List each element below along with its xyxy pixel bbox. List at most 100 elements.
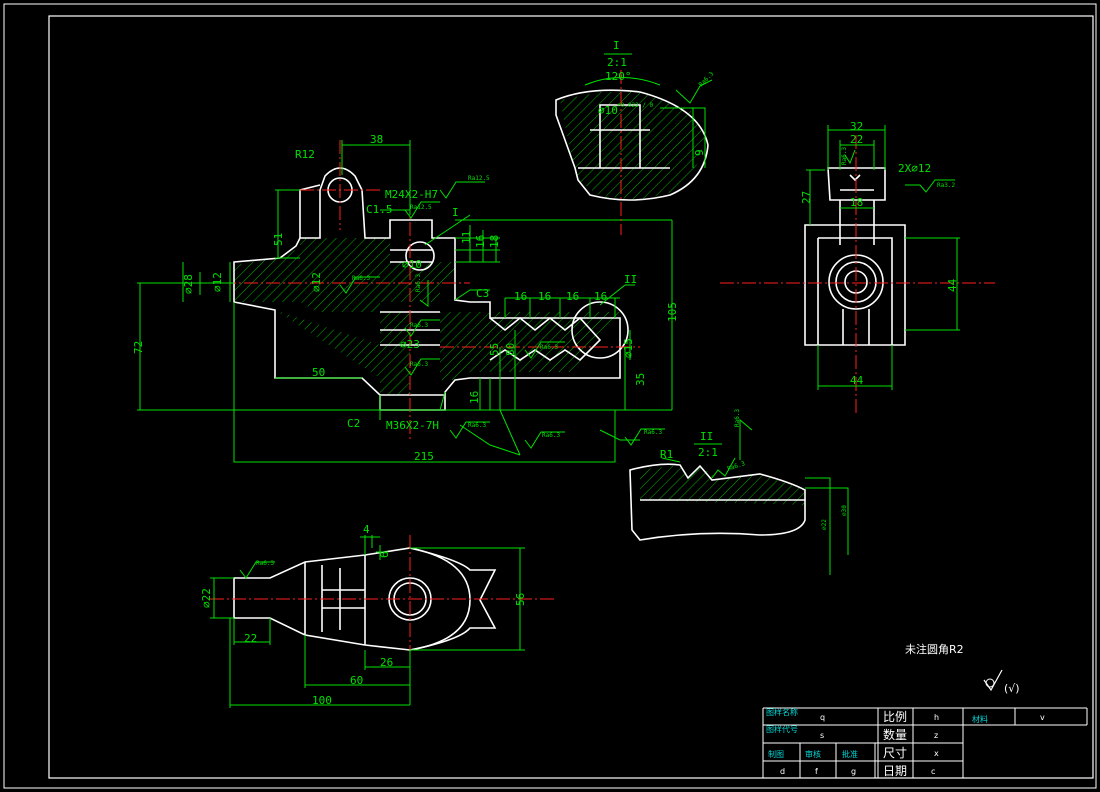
dim-38: 38 (370, 133, 383, 146)
tb-drawn-label: 制图 (768, 749, 784, 759)
tb-check-value: f (815, 767, 818, 776)
detail-i-marker: I (452, 206, 459, 219)
tb-code-value: s (820, 731, 824, 740)
detail-ii-view: II 2:1 R1 ⌀22 ⌀30 Ra6.3 Ra6.3 (629, 409, 849, 575)
dim-thread-top: M24X2-H7 (385, 188, 438, 201)
dim-16-4: 16 (594, 290, 607, 303)
dim-80: 80 (504, 343, 517, 356)
ra-9: Ra6.3 (644, 429, 662, 436)
ra-6: Ra6.3 (540, 344, 558, 351)
ra-3: Ra6.3 (352, 275, 370, 282)
dim-55: 55 (488, 343, 501, 356)
top-d56: 56 (514, 593, 527, 606)
ra-5: Ra6.3 (410, 361, 428, 368)
dim-c2: C2 (347, 417, 360, 430)
dim-thread-bot: M36X2-7H (386, 419, 439, 432)
top-d22: 22 (244, 632, 257, 645)
dim-c15: C1.5 (366, 203, 393, 216)
detail-ii-scale: 2:1 (698, 446, 718, 459)
tb-drawn-value: d (780, 767, 785, 776)
dim-215: 215 (414, 450, 434, 463)
tb-size-label: 尺寸 (883, 746, 907, 760)
fillet-note: 未注圆角R2 (905, 642, 964, 656)
ra-1: Ra12.5 (468, 175, 490, 182)
side-d18: 18 (850, 196, 863, 209)
dim-16-2: 16 (538, 290, 551, 303)
top-d100: 100 (312, 694, 332, 707)
dim-16-1: 16 (514, 290, 527, 303)
side-d44h: 44 (850, 374, 864, 387)
detail-i-scale: 2:1 (607, 56, 627, 69)
side-d32: 32 (850, 120, 863, 133)
tb-date-label: 日期 (883, 764, 907, 778)
dim-dia15: ⌀15 (622, 338, 635, 358)
cad-drawing: 38 R12 M24X2-H7 C1.5 I 51 11 16 18 ⌀28 ⌀… (3, 3, 1097, 789)
detail-i-depth: 9 (693, 149, 706, 156)
roughness-rest-text: (√) (1004, 682, 1020, 695)
roughness-rest-symbol: (√) (983, 669, 1020, 695)
dim-r12: R12 (295, 148, 315, 161)
dim-16b: 16 (468, 391, 481, 404)
side-view: 32 22 27 18 2X⌀12 44 44 Ra6.3 Ra3.2 (720, 120, 995, 415)
dim-16-3: 16 (566, 290, 579, 303)
dim-105: 105 (666, 302, 679, 322)
detail-i-dia: ⌀10 (598, 104, 618, 117)
dim-18: 18 (488, 235, 501, 248)
dim-51: 51 (272, 233, 285, 246)
tb-design-label: 图样名称 (766, 707, 798, 717)
detail-ii-ra-b: Ra6.3 (734, 409, 741, 427)
dim-dia12a: ⌀12 (211, 272, 224, 292)
ra-10: Ra6.3 (415, 274, 422, 292)
outer-border (3, 3, 1097, 789)
tb-material-label: 材料 (972, 714, 988, 724)
dim-dia23: ⌀23 (400, 338, 420, 351)
top-view: 4 6 ⌀22 22 56 26 60 100 Ra6.3 (200, 523, 555, 708)
tb-approve-value: g (851, 767, 856, 776)
tb-qty-value: z (934, 731, 938, 740)
ra-7: Ra6.3 (468, 422, 486, 429)
detail-ii-marker: II (624, 273, 637, 286)
tb-qty-label: 数量 (883, 727, 907, 742)
tb-material-value: v (1040, 713, 1045, 722)
dim-11: 11 (460, 231, 473, 244)
side-ra-a: Ra6.3 (841, 147, 848, 165)
dim-dia28: ⌀28 (182, 274, 195, 294)
side-d27: 27 (800, 191, 813, 204)
detail-ii-d22: ⌀22 (821, 519, 828, 530)
tb-approve-label: 批准 (842, 749, 858, 759)
tb-size-value: x (934, 749, 939, 758)
dim-35: 35 (634, 373, 647, 386)
tb-check-label: 审核 (805, 749, 821, 759)
dim-dia10: ⌀10 (402, 258, 422, 271)
detail-i-ra: Ra6.3 (698, 70, 716, 88)
tb-date-value: c (931, 767, 935, 776)
detail-i-angle: 120° (605, 70, 632, 83)
dim-c3: C3 (476, 287, 489, 300)
ra-8: Ra6.3 (542, 432, 560, 439)
detail-ii-ra-a: Ra6.3 (727, 460, 747, 472)
dim-72: 72 (132, 341, 145, 354)
title-block: 图样名称 q 图样代号 s 比例 h 材料 v 数量 z 尺寸 x 日期 c 制… (762, 707, 1088, 778)
dim-50: 50 (312, 366, 325, 379)
top-d60: 60 (350, 674, 363, 687)
dim-16a: 16 (474, 235, 487, 248)
top-d22dia: ⌀22 (200, 588, 213, 608)
detail-ii-d30: ⌀30 (841, 505, 848, 516)
detail-ii-radius: R1 (660, 448, 673, 461)
top-d4: 4 (363, 523, 370, 536)
tb-code-label: 图样代号 (766, 724, 798, 734)
side-ra-b: Ra3.2 (937, 182, 955, 189)
dim-dia12b: ⌀12 (310, 272, 323, 292)
side-d44v: 44 (946, 278, 959, 292)
side-d22: 22 (850, 133, 863, 146)
tb-scale-value: h (934, 713, 939, 722)
ra-4: Ra6.3 (410, 322, 428, 329)
detail-ii-label: II (700, 430, 713, 443)
detail-i-label: I (613, 39, 620, 52)
top-d26: 26 (380, 656, 393, 669)
detail-i-view: I 2:1 120° ⌀10 +0.022 / 0 9 Ra6.3 (555, 39, 716, 235)
tb-design-value: q (820, 713, 825, 722)
top-ra: Ra6.3 (256, 560, 274, 567)
top-d6: 6 (378, 551, 391, 558)
tb-scale-label: 比例 (883, 710, 907, 724)
